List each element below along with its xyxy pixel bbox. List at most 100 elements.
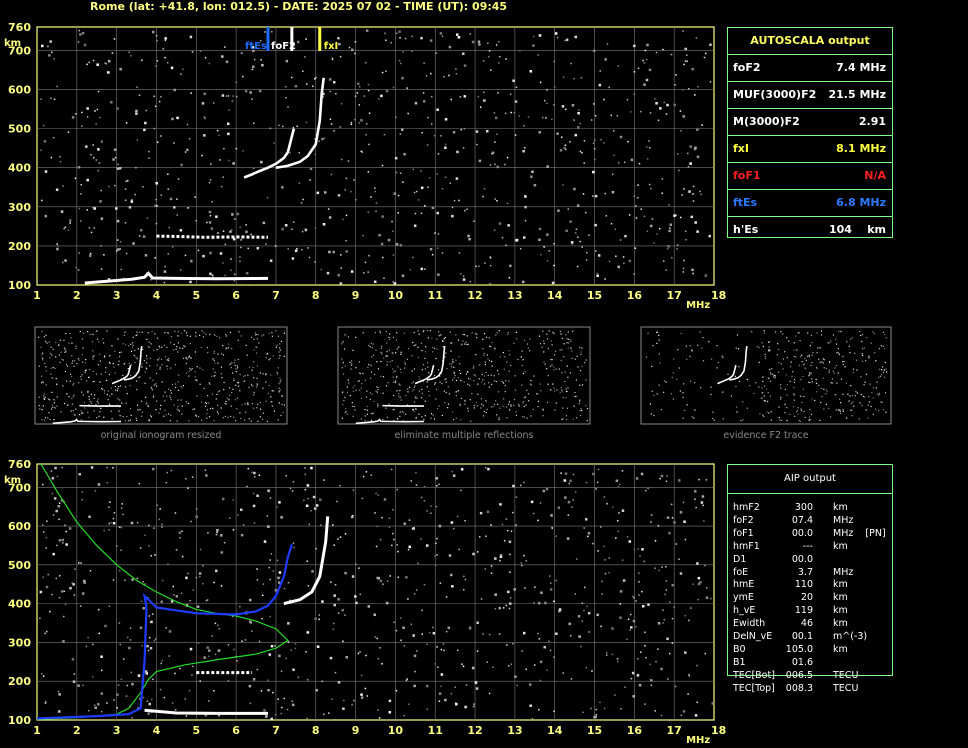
thumb-speck bbox=[413, 401, 415, 403]
noise-speck bbox=[142, 186, 144, 188]
autoscala-param-value: 21.5 MHz bbox=[828, 88, 886, 101]
thumb-speck bbox=[526, 343, 529, 345]
thumb-speck bbox=[376, 386, 378, 388]
thumb-speck bbox=[482, 405, 484, 407]
noise-speck bbox=[668, 204, 670, 206]
noise-speck bbox=[328, 78, 332, 81]
noise-speck bbox=[564, 39, 566, 42]
noise-speck bbox=[648, 146, 651, 149]
thumb-speck bbox=[152, 379, 154, 381]
noise-speck bbox=[488, 692, 491, 695]
thumb-speck bbox=[382, 376, 385, 378]
thumb-speck bbox=[816, 332, 818, 334]
thumb-speck bbox=[656, 342, 658, 344]
noise-speck bbox=[287, 581, 290, 584]
noise-speck bbox=[231, 213, 234, 216]
noise-speck bbox=[392, 86, 395, 89]
thumb-speck bbox=[233, 416, 235, 418]
thumb-speck bbox=[440, 334, 442, 336]
thumb-speck bbox=[342, 373, 345, 375]
noise-speck bbox=[283, 587, 286, 590]
noise-speck bbox=[448, 45, 452, 49]
thumb-speck bbox=[463, 334, 466, 336]
thumb-speck bbox=[502, 405, 504, 407]
thumb-speck bbox=[380, 345, 383, 347]
thumb-speck bbox=[257, 403, 259, 405]
thumb-speck bbox=[395, 352, 397, 354]
thumb-speck bbox=[414, 408, 417, 410]
thumb-speck bbox=[513, 404, 515, 407]
noise-speck bbox=[583, 162, 585, 164]
noise-speck bbox=[146, 644, 149, 648]
thumb-speck bbox=[366, 413, 369, 415]
aip-row: DelN_vE 00.1 m^(-3) bbox=[733, 630, 893, 643]
noise-speck bbox=[118, 526, 121, 528]
thumb-speck bbox=[459, 404, 461, 407]
thumb-speck bbox=[199, 334, 201, 336]
thumb-speck bbox=[239, 390, 241, 392]
thumb-speck bbox=[212, 358, 214, 360]
thumb-speck bbox=[792, 371, 794, 373]
thumb-speck bbox=[388, 349, 390, 351]
noise-speck bbox=[395, 629, 398, 632]
thumb-speck bbox=[501, 380, 503, 383]
noise-speck bbox=[702, 504, 704, 507]
noise-speck bbox=[358, 567, 360, 569]
thumb-speck bbox=[261, 335, 263, 337]
thumb-speck bbox=[784, 388, 786, 391]
thumb-speck bbox=[867, 404, 869, 406]
noise-speck bbox=[356, 92, 359, 94]
noise-speck bbox=[43, 140, 47, 143]
noise-speck bbox=[482, 195, 484, 198]
noise-speck bbox=[532, 44, 535, 47]
thumb-speck bbox=[476, 333, 478, 335]
noise-speck bbox=[657, 119, 660, 122]
noise-speck bbox=[130, 55, 132, 57]
thumb-speck bbox=[473, 407, 475, 409]
noise-speck bbox=[368, 143, 370, 146]
noise-speck bbox=[422, 92, 425, 94]
noise-speck bbox=[386, 580, 389, 582]
thumb-speck bbox=[866, 337, 868, 339]
thumb-speck bbox=[185, 357, 187, 359]
noise-speck bbox=[674, 685, 677, 688]
thumb-speck bbox=[256, 384, 258, 386]
noise-speck bbox=[551, 281, 555, 285]
thumb-speck bbox=[279, 343, 281, 345]
thumb-speck bbox=[52, 366, 54, 369]
thumb-speck bbox=[770, 411, 772, 413]
thumb-speck bbox=[659, 362, 661, 364]
thumb-speck bbox=[40, 346, 42, 348]
noise-speck bbox=[320, 268, 322, 271]
thumb-speck bbox=[178, 374, 180, 376]
noise-speck bbox=[412, 634, 415, 637]
noise-speck bbox=[696, 155, 700, 159]
thumb-speck bbox=[809, 345, 811, 347]
thumb-speck bbox=[262, 373, 264, 375]
thumb-speck bbox=[168, 388, 170, 390]
noise-speck bbox=[104, 624, 107, 628]
thumb-speck bbox=[400, 353, 402, 355]
thumb-speck bbox=[419, 378, 421, 380]
noise-speck bbox=[597, 254, 601, 257]
noise-speck bbox=[176, 214, 178, 216]
noise-speck bbox=[700, 501, 704, 504]
noise-speck bbox=[461, 663, 463, 665]
noise-speck bbox=[521, 564, 523, 567]
thumb-speck bbox=[376, 391, 379, 393]
thumb-caption-eliminate: eliminate multiple reflections bbox=[394, 430, 534, 441]
noise-speck bbox=[635, 205, 637, 207]
noise-speck bbox=[68, 527, 72, 530]
noise-speck bbox=[635, 217, 638, 219]
thumb-speck bbox=[691, 349, 693, 351]
noise-speck bbox=[86, 116, 89, 118]
thumb-speck bbox=[50, 367, 52, 369]
thumb-speck bbox=[852, 368, 855, 370]
thumb-speck bbox=[53, 402, 55, 404]
noise-speck bbox=[688, 619, 690, 622]
x-tick-label: 16 bbox=[627, 724, 643, 737]
noise-speck bbox=[188, 690, 191, 692]
thumb-speck bbox=[472, 367, 475, 369]
noise-speck bbox=[660, 714, 663, 717]
noise-speck bbox=[69, 219, 72, 222]
